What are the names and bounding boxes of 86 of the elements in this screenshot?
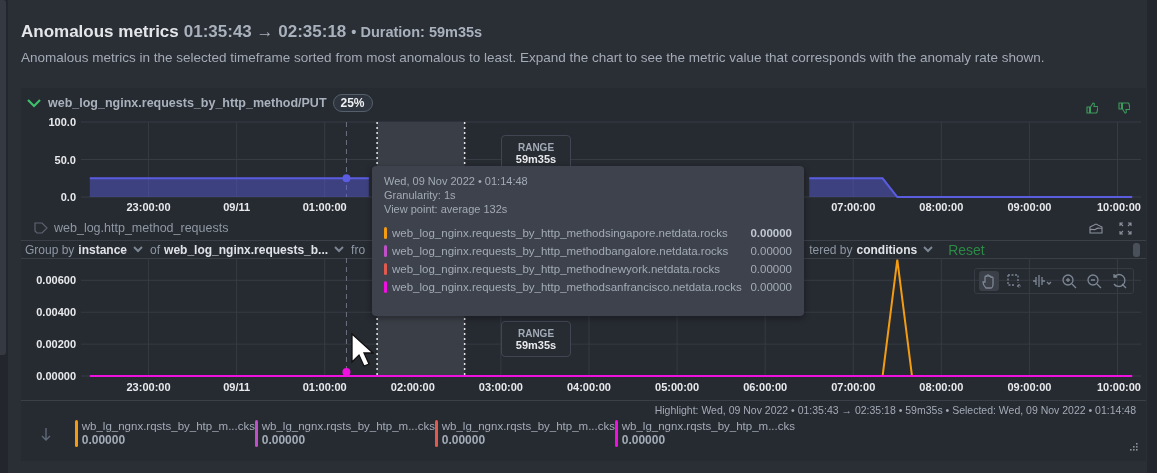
x-tick-label: 09/11 <box>223 381 251 393</box>
x-tick-label: 10:00:00 <box>1096 201 1141 213</box>
x-tick-label: 23:00:00 <box>126 381 171 393</box>
chevron-icon[interactable] <box>26 96 42 110</box>
series-value: 0.00000 <box>750 281 792 293</box>
tag-icon <box>34 222 48 234</box>
x-tick-label: 02:00:00 <box>390 381 435 393</box>
range-label: RANGE <box>517 141 555 153</box>
y-tick-label: 0.00200 <box>36 338 76 351</box>
series-name: web_log_nginx.requests_by_http_methodnewyork.netdata.rocks <box>392 263 721 275</box>
y-tick-label: 0.0 <box>60 191 76 203</box>
x-tick-label: 10:00:00 <box>1096 381 1141 393</box>
x-tick-label: 09:00:00 <box>1007 381 1052 393</box>
scrollbar-track[interactable] <box>1147 0 1157 473</box>
filter-label: of <box>150 242 161 257</box>
range-value: 59m35s <box>515 338 557 351</box>
reset-icon[interactable] <box>1111 273 1127 289</box>
x-tick-label: 03:00:00 <box>478 381 523 393</box>
filter-label: tered by <box>809 242 853 257</box>
caret-icon[interactable] <box>334 246 345 253</box>
series-name: web_log_nginx.requests_by_http_methodsingapore.netdata.rocks <box>392 227 729 239</box>
thumbs-down-icon[interactable] <box>1118 102 1130 114</box>
fullscreen-icon[interactable] <box>1119 221 1132 235</box>
panel-description: Anomalous metrics in the selected timeframe sorted from most anomalous to least. Expand the chart to see the metric value that corresponds with the anomaly rate shown. <box>21 50 1046 65</box>
x-tick-label: 23:00:00 <box>126 201 171 213</box>
x-tick-label: 05:00:00 <box>655 381 700 393</box>
y-tick-label: 100.0 <box>48 116 76 128</box>
zoom-in-icon[interactable] <box>1061 273 1077 289</box>
series-name: web_log_nginx.requests_by_http_methodbangalore.netdata.rocks <box>392 245 730 257</box>
series-value: 0.00000 <box>750 227 792 239</box>
x-tick-label: 09:00:00 <box>1007 201 1052 213</box>
legend-name[interactable]: wb_lg_ngnx.rqsts_by_htp_m...cks <box>441 420 615 432</box>
x-tick-label: 07:00:00 <box>831 201 876 213</box>
hover-point <box>342 368 351 376</box>
y-tick-label: 0.00400 <box>36 306 76 319</box>
legend-name[interactable]: wb_lg_ngnx.rqsts_by_htp_m...cks <box>81 420 255 432</box>
y-tick-label: 0.00600 <box>36 274 76 287</box>
x-tick-label: 08:00:00 <box>919 381 964 393</box>
x-tick-label: 01:00:00 <box>302 381 347 393</box>
legend-name[interactable]: wb_lg_ngnx.rqsts_by_htp_m...cks <box>261 420 435 432</box>
reset-link[interactable]: Reset <box>948 241 985 258</box>
stack-icon[interactable] <box>1089 221 1103 235</box>
series-value: 0.00000 <box>750 245 792 257</box>
resize-handle-icon[interactable] <box>1128 443 1138 453</box>
y-tick-label: 0.00000 <box>36 370 76 382</box>
panel-title: Anomalous metrics <box>21 22 179 42</box>
tooltip-granularity: Granularity: 1s <box>384 188 457 202</box>
legend-value: 0.00000 <box>81 433 127 447</box>
legend-value: 0.00000 <box>441 433 487 447</box>
range-value: 59m35s <box>515 152 557 165</box>
legend-name[interactable]: wb_lg_ngnx.rqsts_by_htp_m...cks <box>621 420 795 432</box>
legend-value: 0.00000 <box>261 433 307 447</box>
scrollbar-thumb[interactable] <box>1133 242 1140 257</box>
x-tick-label: 08:00:00 <box>919 201 964 213</box>
x-tick-label: 04:00:00 <box>566 381 611 393</box>
series-name: web_log_nginx.requests_by_http_methodsanfrancisco.netdata.rocks <box>392 281 743 293</box>
x-tick-label: 06:00:00 <box>743 381 788 393</box>
x-tick-label: 09/11 <box>223 201 251 213</box>
caret-icon[interactable] <box>923 246 934 253</box>
caret-icon[interactable] <box>133 246 144 253</box>
metric-name: web_log_nginx.requests_by_http_method/PUT <box>48 96 327 110</box>
tooltip-timestamp: Wed, 09 Nov 2022 • 01:14:48 <box>384 174 529 188</box>
range-label: RANGE <box>517 327 555 339</box>
conditions-dropdown[interactable]: conditions <box>856 242 918 257</box>
down-arrow-icon[interactable] <box>41 426 51 441</box>
mouse-pointer-icon <box>350 332 374 370</box>
highlight-info: Highlight: Wed, 09 Nov 2022 • 01:35:43 → 02:35:18 • 59m35s • Selected: Wed, 09 Nov 2022 • 01:14:48 <box>21 400 1146 416</box>
hover-point <box>342 174 351 183</box>
anomaly-rate-badge: 25% <box>332 94 373 112</box>
tooltip-view-point: View point: average 132s <box>384 202 509 216</box>
x-tick-label: 07:00:00 <box>831 381 876 393</box>
filter-label: Group by <box>25 242 75 257</box>
legend-value: 0.00000 <box>621 433 667 447</box>
series-value: 0.00000 <box>750 263 792 275</box>
metric-dropdown[interactable]: web_log_nginx.requests_b... <box>164 242 329 257</box>
context-name: web_log.http_method_requests <box>54 221 229 235</box>
x-tick-label: 01:00:00 <box>302 201 347 213</box>
group-by-dropdown[interactable]: instance <box>78 242 128 257</box>
zoom-out-icon[interactable] <box>1086 273 1102 289</box>
thumbs-up-icon[interactable] <box>1086 102 1098 114</box>
selection-icon[interactable] <box>1006 273 1022 289</box>
y-tick-label: 50.0 <box>54 153 76 166</box>
filter-label: fro <box>351 242 366 257</box>
duration-text: • Duration: 59m35s <box>351 24 483 40</box>
time-range: 01:35:43 → 02:35:18 <box>183 22 347 42</box>
column-select-icon[interactable] <box>1031 273 1052 289</box>
